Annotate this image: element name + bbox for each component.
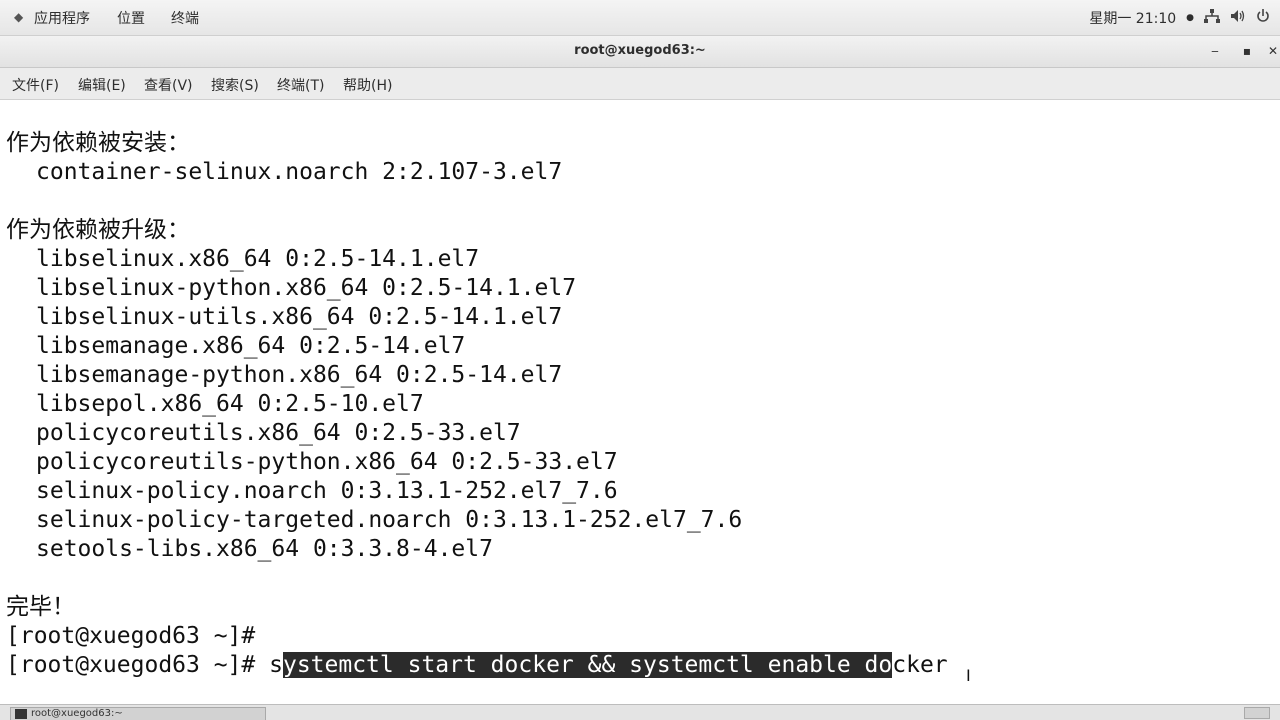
terminal-line: libselinux-utils.x86_64 0:2.5-14.1.el7	[36, 304, 563, 330]
terminal-line: 作为依赖被安装：	[6, 130, 190, 156]
workspace-switcher[interactable]	[1244, 707, 1270, 719]
close-button[interactable]: ✕	[1262, 40, 1280, 62]
text-cursor-icon: I	[966, 666, 971, 685]
terminal-line: policycoreutils.x86_64 0:2.5-33.el7	[36, 420, 521, 446]
terminal-line: libsepol.x86_64 0:2.5-10.el7	[36, 391, 424, 417]
top-panel: ◆ 应用程序 位置 终端 星期一 21:10 ●	[0, 0, 1280, 36]
terminal-line: 完毕！	[6, 594, 75, 620]
terminal-output[interactable]: 作为依赖被安装： container-selinux.noarch 2:2.10…	[0, 100, 1280, 704]
applications-menu[interactable]: 应用程序	[34, 8, 90, 28]
terminal-app-menu[interactable]: 终端	[171, 8, 199, 28]
terminal-line: libselinux-python.x86_64 0:2.5-14.1.el7	[36, 275, 577, 301]
terminal-line: libselinux.x86_64 0:2.5-14.1.el7	[36, 246, 480, 272]
terminal-line: libsemanage.x86_64 0:2.5-14.el7	[36, 333, 466, 359]
menu-file[interactable]: 文件(F)	[12, 75, 59, 95]
terminal-line: selinux-policy-targeted.noarch 0:3.13.1-…	[36, 507, 743, 533]
taskbar-item-label: root@xuegod63:~	[31, 708, 123, 719]
taskbar: root@xuegod63:~	[0, 704, 1280, 720]
menubar: 文件(F) 编辑(E) 查看(V) 搜索(S) 终端(T) 帮助(H)	[0, 68, 1280, 100]
terminal-icon	[15, 709, 27, 719]
terminal-line: container-selinux.noarch 2:2.107-3.el7	[36, 159, 563, 185]
terminal-line: selinux-policy.noarch 0:3.13.1-252.el7_7…	[36, 478, 618, 504]
command-line[interactable]: [root@xuegod63 ~]# systemctl start docke…	[6, 651, 948, 680]
power-icon[interactable]	[1256, 9, 1270, 27]
window-titlebar[interactable]: root@xuegod63:~ ‒ ▪ ✕	[0, 36, 1280, 68]
taskbar-window-item[interactable]: root@xuegod63:~	[10, 707, 266, 720]
network-icon[interactable]	[1204, 9, 1220, 27]
minimize-button[interactable]: ‒	[1204, 40, 1226, 62]
menu-terminal[interactable]: 终端(T)	[277, 75, 324, 95]
maximize-button[interactable]: ▪	[1236, 40, 1258, 62]
apps-menu-icon[interactable]: ◆	[14, 10, 23, 24]
command-text: s	[269, 652, 283, 678]
clock-indicator-icon: ●	[1186, 13, 1194, 23]
menu-edit[interactable]: 编辑(E)	[78, 75, 126, 95]
window-title: root@xuegod63:~	[574, 43, 706, 58]
command-text: cker	[892, 652, 948, 678]
terminal-line: policycoreutils-python.x86_64 0:2.5-33.e…	[36, 449, 618, 475]
terminal-line: libsemanage-python.x86_64 0:2.5-14.el7	[36, 362, 563, 388]
terminal-line: setools-libs.x86_64 0:3.3.8-4.el7	[36, 536, 493, 562]
menu-help[interactable]: 帮助(H)	[343, 75, 392, 95]
clock[interactable]: 星期一 21:10	[1089, 8, 1176, 28]
terminal-line: [root@xuegod63 ~]#	[6, 623, 256, 649]
selected-text: ystemctl start docker && systemctl enabl…	[282, 652, 893, 678]
terminal-line: 作为依赖被升级：	[6, 217, 190, 243]
menu-search[interactable]: 搜索(S)	[211, 75, 259, 95]
menu-view[interactable]: 查看(V)	[144, 75, 193, 95]
places-menu[interactable]: 位置	[117, 8, 145, 28]
volume-icon[interactable]	[1230, 9, 1246, 27]
shell-prompt: [root@xuegod63 ~]#	[6, 652, 270, 678]
